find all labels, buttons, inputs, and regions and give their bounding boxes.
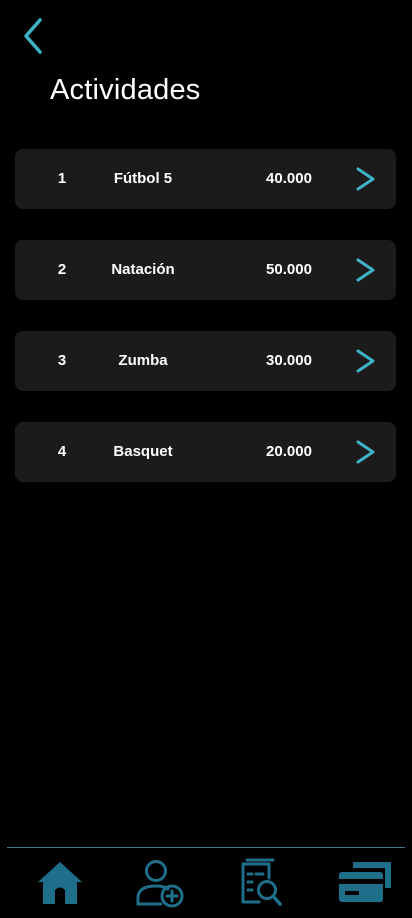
activity-name: Basquet xyxy=(113,443,173,460)
activity-name: Natación xyxy=(111,261,175,278)
payment-card-icon xyxy=(339,862,391,902)
page-title: Actividades xyxy=(50,74,201,106)
activity-row-futbol-5[interactable]: 1 Fútbol 5 40.000 xyxy=(15,149,396,209)
chevron-right-icon[interactable] xyxy=(353,439,377,465)
nav-payments-button[interactable] xyxy=(337,858,391,908)
activity-number: 3 xyxy=(57,352,67,369)
activity-number: 4 xyxy=(57,443,67,460)
search-document-icon xyxy=(241,858,282,906)
chevron-left-icon xyxy=(24,18,42,54)
activity-list: 1 Fútbol 5 40.000 2 Natación 50.000 3 Zu… xyxy=(15,149,396,513)
home-icon xyxy=(38,862,82,904)
back-button[interactable] xyxy=(16,14,50,58)
nav-add-user-button[interactable] xyxy=(135,858,185,908)
bottom-nav xyxy=(7,847,405,918)
chevron-right-icon[interactable] xyxy=(353,166,377,192)
nav-search-records-button[interactable] xyxy=(235,858,285,908)
activity-price: 40.000 xyxy=(266,170,312,187)
activity-number: 2 xyxy=(57,261,67,278)
activity-price: 30.000 xyxy=(266,352,312,369)
nav-home-button[interactable] xyxy=(35,858,85,908)
activity-name: Fútbol 5 xyxy=(113,170,173,187)
activity-row-natacion[interactable]: 2 Natación 50.000 xyxy=(15,240,396,300)
activity-row-zumba[interactable]: 3 Zumba 30.000 xyxy=(15,331,396,391)
chevron-right-icon[interactable] xyxy=(353,257,377,283)
chevron-right-icon[interactable] xyxy=(353,348,377,374)
add-user-icon xyxy=(136,860,184,908)
activity-name: Zumba xyxy=(118,352,168,369)
activity-price: 20.000 xyxy=(266,443,312,460)
activity-number: 1 xyxy=(57,170,67,187)
activity-row-basquet[interactable]: 4 Basquet 20.000 xyxy=(15,422,396,482)
activity-price: 50.000 xyxy=(266,261,312,278)
